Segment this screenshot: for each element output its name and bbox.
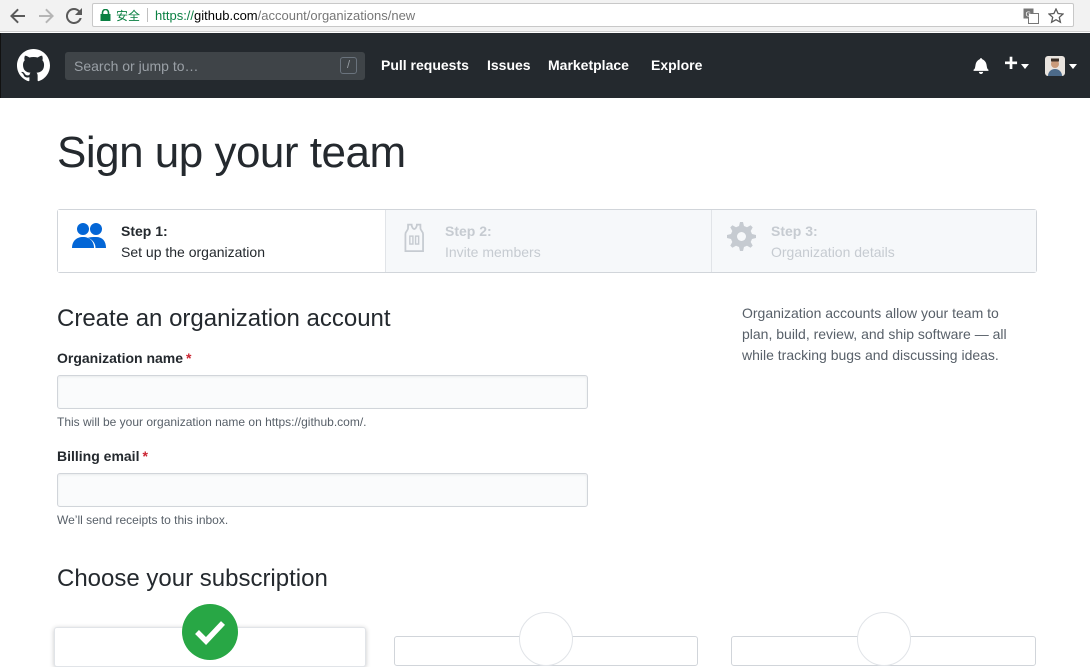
url-path: /account/organizations/new xyxy=(257,7,416,23)
plus-icon: + xyxy=(1004,50,1019,77)
nav-marketplace[interactable]: Marketplace xyxy=(548,57,629,73)
billing-email-label-text: Billing email xyxy=(57,448,140,464)
search-input[interactable]: Search or jump to… / xyxy=(65,52,365,80)
page-title: Sign up your team xyxy=(57,128,406,177)
back-arrow-icon[interactable] xyxy=(8,6,28,26)
url-host: github.com xyxy=(194,7,258,23)
translate-icon[interactable]: G xyxy=(1023,8,1039,24)
omnibox-divider xyxy=(147,8,149,22)
people-icon xyxy=(72,223,106,248)
nav-pull-requests[interactable]: Pull requests xyxy=(381,57,469,73)
billing-email-input[interactable] xyxy=(57,473,588,507)
org-name-label-text: Organization name xyxy=(57,350,184,366)
gear-icon xyxy=(727,222,756,251)
create-new-button[interactable]: + xyxy=(1004,50,1018,78)
site-header: Search or jump to… / Pull requests Issue… xyxy=(0,33,1090,98)
signup-steps: Step 1: Set up the organization Step 2: … xyxy=(57,209,1037,273)
required-marker: * xyxy=(142,448,148,464)
url-scheme: https:// xyxy=(155,7,195,23)
user-menu-caret-icon[interactable] xyxy=(1069,64,1077,69)
selected-plan-check-icon xyxy=(182,604,238,660)
choose-subscription-heading: Choose your subscription xyxy=(57,565,328,592)
bookmark-star-icon[interactable] xyxy=(1048,8,1064,24)
create-new-caret-icon[interactable] xyxy=(1021,64,1029,69)
step-3: Step 3: Organization details xyxy=(711,210,1036,272)
forward-arrow-icon[interactable] xyxy=(36,6,56,26)
step-1-description: Set up the organization xyxy=(121,244,265,260)
nav-issues[interactable]: Issues xyxy=(487,57,531,73)
lock-icon xyxy=(100,9,111,21)
svg-text:G: G xyxy=(1026,11,1031,19)
step-3-description: Organization details xyxy=(771,244,895,260)
step-1: Step 1: Set up the organization xyxy=(58,210,385,272)
nav-explore[interactable]: Explore xyxy=(651,57,702,73)
browser-toolbar: 安全 https://github.com/account/organizati… xyxy=(0,0,1090,32)
billing-email-label: Billing email * xyxy=(57,448,148,464)
notifications-bell-icon[interactable] xyxy=(973,57,989,74)
required-marker: * xyxy=(186,350,192,366)
org-name-label: Organization name * xyxy=(57,350,191,366)
org-name-input[interactable] xyxy=(57,375,588,409)
step-2-description: Invite members xyxy=(445,244,541,260)
user-avatar[interactable] xyxy=(1045,56,1065,76)
billing-email-hint: We’ll send receipts to this inbox. xyxy=(57,513,229,527)
search-shortcut-hint: / xyxy=(340,57,357,74)
step-1-number: Step 1: xyxy=(121,223,168,239)
create-org-heading: Create an organization account xyxy=(57,305,391,332)
org-accounts-description: Organization accounts allow your team to… xyxy=(742,305,1007,363)
step-3-number: Step 3: xyxy=(771,223,818,239)
org-name-hint: This will be your organization name on h… xyxy=(57,415,367,429)
github-logo-icon[interactable] xyxy=(17,49,50,82)
search-placeholder: Search or jump to… xyxy=(74,58,199,74)
step-2: Step 2: Invite members xyxy=(385,210,711,272)
plan-select-circle[interactable] xyxy=(519,612,573,666)
reload-icon[interactable] xyxy=(64,6,84,26)
avatar-portrait-icon xyxy=(1048,58,1062,76)
plan-select-circle[interactable] xyxy=(857,612,911,666)
jersey-icon xyxy=(404,223,424,252)
step-2-number: Step 2: xyxy=(445,223,492,239)
address-bar[interactable]: 安全 https://github.com/account/organizati… xyxy=(92,3,1074,27)
secure-label: 安全 xyxy=(116,8,141,23)
